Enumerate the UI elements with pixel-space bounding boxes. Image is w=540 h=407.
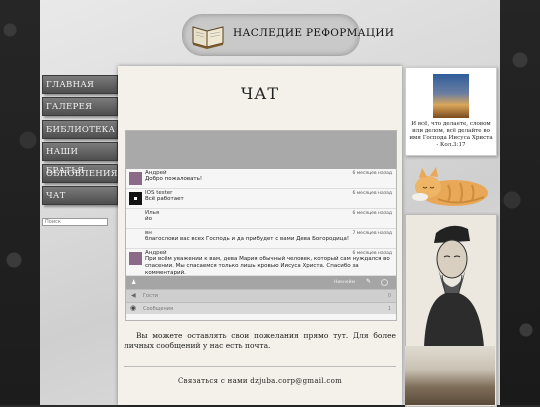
avatar xyxy=(129,172,142,185)
contact-email[interactable]: Связаться с нами dzjuba.corp@gmail.com xyxy=(118,377,402,385)
feedback-note: Вы можете оставлять свои пожелания прямо… xyxy=(124,331,396,350)
avatar xyxy=(129,252,142,265)
guests-row[interactable]: ◀ Гости 0 xyxy=(126,289,396,302)
guests-count: 0 xyxy=(387,293,391,299)
messages-row[interactable]: ◉ Сообщения 1 xyxy=(126,302,396,314)
message-time: 7 месяцев назад xyxy=(352,231,392,236)
nav-item-gallery[interactable]: ГАЛЕРЕЯ xyxy=(42,97,118,117)
message-time: 6 месяцев назад xyxy=(352,211,392,216)
portrait-image xyxy=(406,215,496,347)
quote-text: И всё, что делаете, словом или делом, вс… xyxy=(409,121,493,148)
street-scene-image xyxy=(405,346,495,405)
message-text: Всё работает xyxy=(145,196,184,202)
main-content: ЧАТ Андрей 6 месяцев назад Добро пожалов… xyxy=(118,66,402,405)
quote-image xyxy=(433,74,469,118)
messages-count: 1 xyxy=(387,306,391,312)
messages-icon: ◉ xyxy=(130,304,137,312)
messages-label: Сообщения xyxy=(143,306,174,312)
leather-texture-right xyxy=(500,0,540,405)
message-text: При всём уважении к вам, дева Мария обыч… xyxy=(145,256,390,276)
message-time: 6 месяцев назад xyxy=(352,191,392,196)
person-icon[interactable]: ♟ xyxy=(131,279,136,286)
leather-texture-left xyxy=(0,0,40,405)
message-text: Добро пожаловать! xyxy=(145,176,203,182)
circle-icon[interactable] xyxy=(381,279,388,286)
chat-message: IOS tester 6 месяцев назад Всё работает xyxy=(126,189,396,209)
sleeping-cat-image xyxy=(412,167,488,206)
nav-item-updates[interactable]: ОБНОВЛЕНИЯ xyxy=(42,164,118,184)
main-nav: ГЛАВНАЯ ГАЛЕРЕЯ БИБЛИОТЕКА НАШИ БРАТЬЯ О… xyxy=(42,75,118,209)
chat-header xyxy=(126,131,396,169)
search-input[interactable] xyxy=(42,218,108,226)
avatar xyxy=(129,192,142,205)
message-text: йо xyxy=(145,216,152,222)
nav-item-chat[interactable]: ЧАТ xyxy=(42,186,118,206)
site-logo[interactable]: НАСЛЕДИЕ РЕФОРМАЦИИ xyxy=(182,14,394,56)
chat-message: вн 7 месяцев назад благослови вас всех Г… xyxy=(126,229,396,249)
chat-message: Андрей 6 месяцев назад При всём уважении… xyxy=(126,249,396,276)
divider xyxy=(124,366,396,367)
nav-item-brothers[interactable]: НАШИ БРАТЬЯ xyxy=(42,141,118,176)
page-title: ЧАТ xyxy=(240,84,280,103)
chat-user-bar: ♟ Никнейм ✎ xyxy=(126,276,396,289)
quote-card: И всё, что делаете, словом или делом, вс… xyxy=(405,67,497,156)
chat-message: Илья 6 месяцев назад йо xyxy=(126,209,396,229)
guests-icon: ◀ xyxy=(131,292,136,299)
chat-widget: Андрей 6 месяцев назад Добро пожаловать!… xyxy=(125,130,397,321)
logo-text: НАСЛЕДИЕ РЕФОРМАЦИИ xyxy=(233,27,395,39)
nav-item-library[interactable]: БИБЛИОТЕКА xyxy=(42,119,118,139)
nickname-field[interactable]: Никнейм xyxy=(334,280,355,285)
guests-label: Гости xyxy=(143,293,159,299)
nav-item-home[interactable]: ГЛАВНАЯ xyxy=(42,75,118,94)
book-icon xyxy=(192,26,224,49)
message-text: благослови вас всех Господь и да прибуде… xyxy=(145,236,350,242)
message-time: 6 месяцев назад xyxy=(352,251,392,256)
edit-icon[interactable]: ✎ xyxy=(366,278,371,285)
message-time: 6 месяцев назад xyxy=(352,171,392,176)
chat-message: Андрей 6 месяцев назад Добро пожаловать! xyxy=(126,169,396,189)
